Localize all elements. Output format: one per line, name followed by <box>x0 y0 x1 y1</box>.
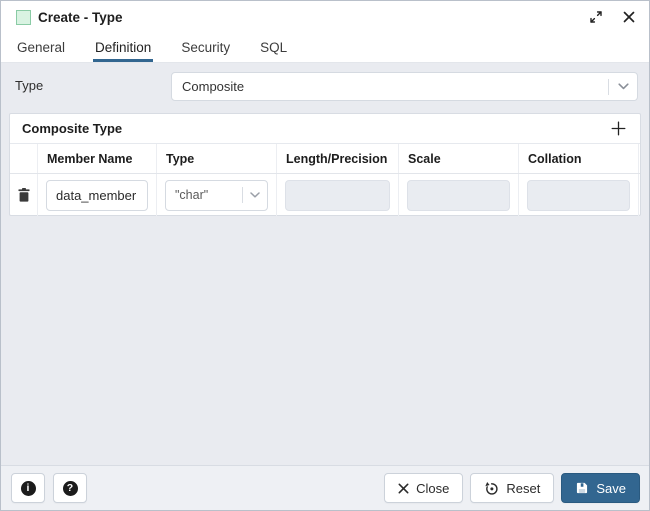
close-icon <box>623 11 635 23</box>
collation-cell <box>519 174 639 216</box>
member-type-cell: "char" <box>157 174 277 216</box>
help-button[interactable]: ? <box>53 473 87 503</box>
delete-cell <box>10 174 38 216</box>
titlebar-controls <box>587 8 637 26</box>
add-row-button[interactable] <box>607 119 630 138</box>
member-type-dropdown[interactable]: "char" <box>165 180 268 211</box>
length-precision-cell <box>277 174 399 216</box>
type-field-label: Type <box>15 78 43 93</box>
tab-definition[interactable]: Definition <box>93 33 153 62</box>
save-button-label: Save <box>596 481 626 496</box>
reset-button[interactable]: Reset <box>470 473 554 503</box>
table-row: "char" <box>10 174 640 216</box>
scale-cell <box>399 174 519 216</box>
type-dropdown[interactable]: Composite <box>171 72 638 101</box>
plus-icon <box>611 121 626 136</box>
history-icon <box>484 481 499 496</box>
dialog-title: Create - Type <box>38 10 123 25</box>
type-dropdown-value: Composite <box>182 79 608 94</box>
member-type-value: "char" <box>175 188 242 202</box>
composite-type-title: Composite Type <box>22 121 607 136</box>
grid-header-length-precision: Length/Precision <box>277 144 399 173</box>
grid-header-gutter <box>639 144 640 173</box>
tab-general[interactable]: General <box>15 33 67 62</box>
composite-type-panel: Composite Type Member Name Type Length/P… <box>9 113 641 216</box>
member-name-cell <box>38 174 157 216</box>
maximize-button[interactable] <box>587 8 605 26</box>
info-circle-icon: i <box>21 481 36 496</box>
chevron-down-icon <box>243 192 267 198</box>
length-precision-input <box>285 180 390 211</box>
info-button[interactable]: i <box>11 473 45 503</box>
tab-security[interactable]: Security <box>179 33 232 62</box>
footer-right-actions: Close Reset <box>384 473 640 503</box>
type-square-icon <box>16 10 31 25</box>
tab-sql[interactable]: SQL <box>258 33 289 62</box>
grid-row-gutter <box>639 174 640 216</box>
collation-input <box>527 180 630 211</box>
delete-row-button[interactable] <box>16 186 32 204</box>
grid-header-type: Type <box>157 144 277 173</box>
composite-type-header: Composite Type <box>10 114 640 144</box>
x-icon <box>398 483 409 494</box>
grid-header-scale: Scale <box>399 144 519 173</box>
grid-header-member-name: Member Name <box>38 144 157 173</box>
footer-left-actions: i ? <box>11 473 87 503</box>
save-button[interactable]: Save <box>561 473 640 503</box>
grid-header-delete-col <box>10 144 38 173</box>
close-dialog-button[interactable] <box>621 9 637 25</box>
chevron-down-icon <box>609 83 637 90</box>
create-type-dialog: Create - Type General Def <box>0 0 650 511</box>
member-name-input[interactable] <box>46 180 148 211</box>
grid-header-collation: Collation <box>519 144 639 173</box>
question-circle-icon: ? <box>63 481 78 496</box>
tab-bar: General Definition Security SQL <box>1 33 649 63</box>
expand-icon <box>589 10 603 24</box>
dialog-footer: i ? Close <box>1 465 649 510</box>
floppy-icon <box>575 481 589 495</box>
reset-button-label: Reset <box>506 481 540 496</box>
close-button-label: Close <box>416 481 449 496</box>
close-button[interactable]: Close <box>384 473 463 503</box>
scale-input <box>407 180 510 211</box>
title-bar: Create - Type <box>1 1 649 33</box>
grid-header-row: Member Name Type Length/Precision Scale … <box>10 144 640 174</box>
trash-icon <box>18 188 30 202</box>
